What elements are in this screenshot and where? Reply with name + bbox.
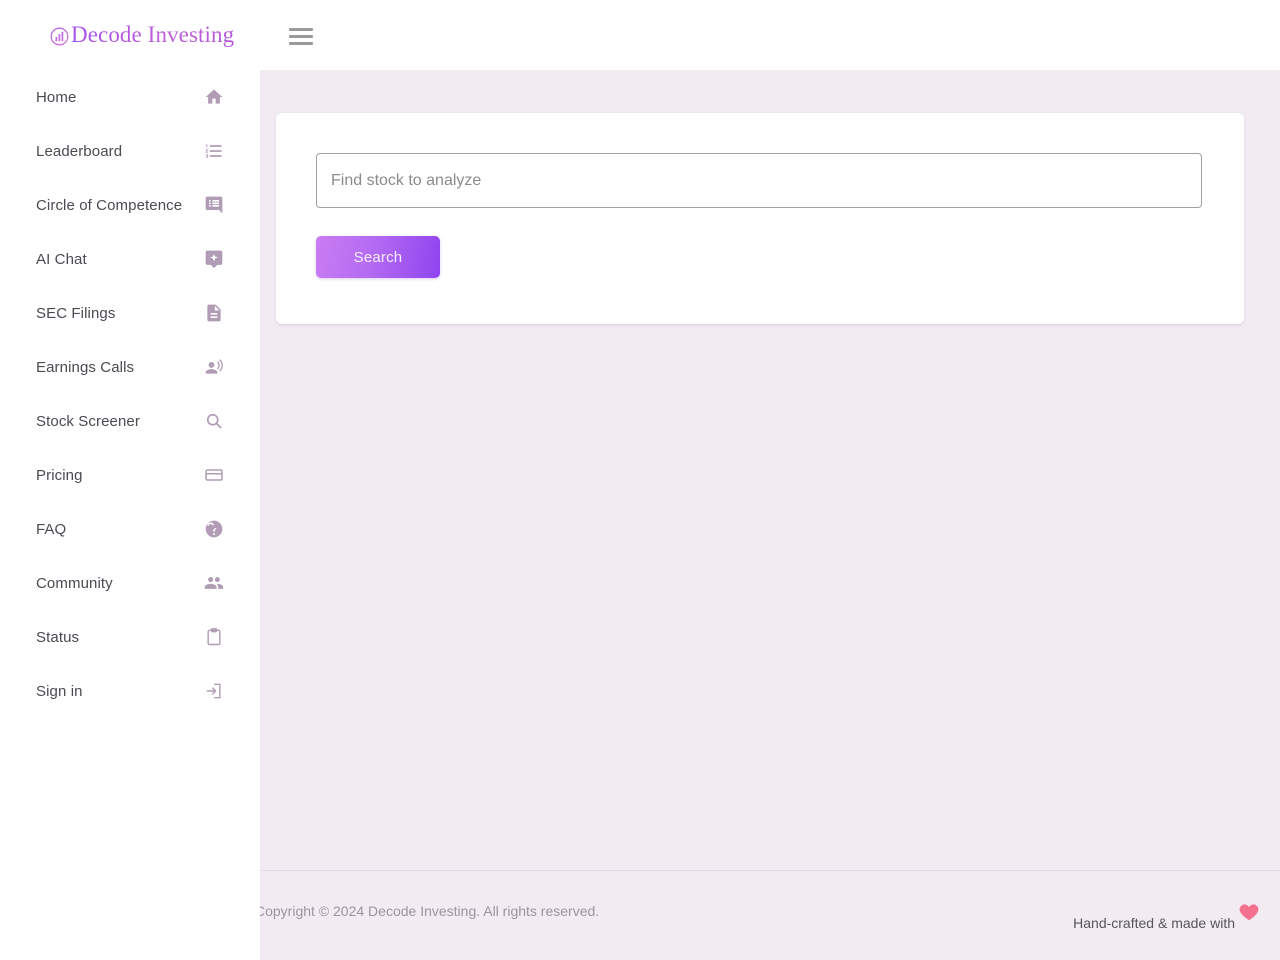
sidebar-item-leaderboard[interactable]: Leaderboard: [0, 132, 260, 170]
home-icon: [204, 87, 224, 107]
sidebar-item-pricing[interactable]: Pricing: [0, 456, 260, 494]
sidebar-item-label: Community: [36, 574, 113, 592]
sidebar: Decode Investing Home Leaderboard Circle…: [0, 0, 260, 960]
stock-search-card: Search: [276, 113, 1244, 324]
sidebar-item-label: Circle of Competence: [36, 196, 183, 214]
sidebar-item-label: Earnings Calls: [36, 358, 135, 376]
sidebar-item-community[interactable]: Community: [0, 564, 260, 602]
help-circle-icon: [204, 519, 224, 539]
sidebar-item-label: FAQ: [36, 520, 67, 538]
sidebar-item-label: AI Chat: [36, 250, 87, 268]
login-arrow-icon: [204, 681, 224, 701]
page-footer: Copyright © 2024 Decode Investing. All r…: [255, 870, 1280, 960]
sidebar-item-label: Sign in: [36, 682, 83, 700]
sidebar-item-circle-of-competence[interactable]: Circle of Competence: [0, 186, 260, 224]
sidebar-item-label: Leaderboard: [36, 142, 123, 160]
hamburger-menu-icon[interactable]: [289, 22, 317, 50]
hamburger-line: [289, 27, 313, 31]
sidebar-item-label: Stock Screener: [36, 412, 140, 430]
sidebar-item-faq[interactable]: FAQ: [0, 510, 260, 548]
sidebar-item-label: Status: [36, 628, 80, 646]
sidebar-item-label: Home: [36, 88, 77, 106]
main-content: Search: [260, 70, 1280, 870]
hamburger-line: [289, 41, 313, 45]
sidebar-nav: Home Leaderboard Circle of Competence AI…: [0, 78, 260, 710]
copyright-text: Copyright © 2024 Decode Investing. All r…: [255, 903, 600, 919]
sidebar-item-sec-filings[interactable]: SEC Filings: [0, 294, 260, 332]
sidebar-item-ai-chat[interactable]: AI Chat: [0, 240, 260, 278]
top-header: [260, 0, 1280, 70]
document-icon: [204, 303, 224, 323]
clipboard-icon: [204, 627, 224, 647]
search-icon: [204, 411, 224, 431]
heart-icon: [1238, 901, 1260, 923]
chat-assistant-icon: [204, 249, 224, 269]
brand-name: Decode Investing: [71, 22, 235, 47]
search-input[interactable]: [316, 153, 1202, 208]
sidebar-item-stock-screener[interactable]: Stock Screener: [0, 402, 260, 440]
sidebar-item-label: SEC Filings: [36, 304, 116, 322]
brand-logo[interactable]: Decode Investing: [0, 0, 260, 70]
credit-card-icon: [204, 465, 224, 485]
sidebar-item-earnings-calls[interactable]: Earnings Calls: [0, 348, 260, 386]
list-numbered-icon: [204, 141, 224, 161]
sidebar-item-home[interactable]: Home: [0, 78, 260, 116]
record-voice-icon: [204, 357, 224, 377]
hamburger-line: [289, 34, 313, 38]
sidebar-footer-spacer: [0, 870, 260, 960]
sidebar-item-label: Pricing: [36, 466, 83, 484]
people-icon: [204, 573, 224, 593]
sidebar-item-sign-in[interactable]: Sign in: [0, 672, 260, 710]
sidebar-item-status[interactable]: Status: [0, 618, 260, 656]
app-root: Decode Investing Home Leaderboard Circle…: [0, 0, 1280, 960]
search-button[interactable]: Search: [316, 236, 440, 278]
chart-circle-icon: [50, 27, 69, 46]
made-with-text: Hand-crafted & made with: [1073, 915, 1235, 931]
speaker-notes-icon: [204, 195, 224, 215]
